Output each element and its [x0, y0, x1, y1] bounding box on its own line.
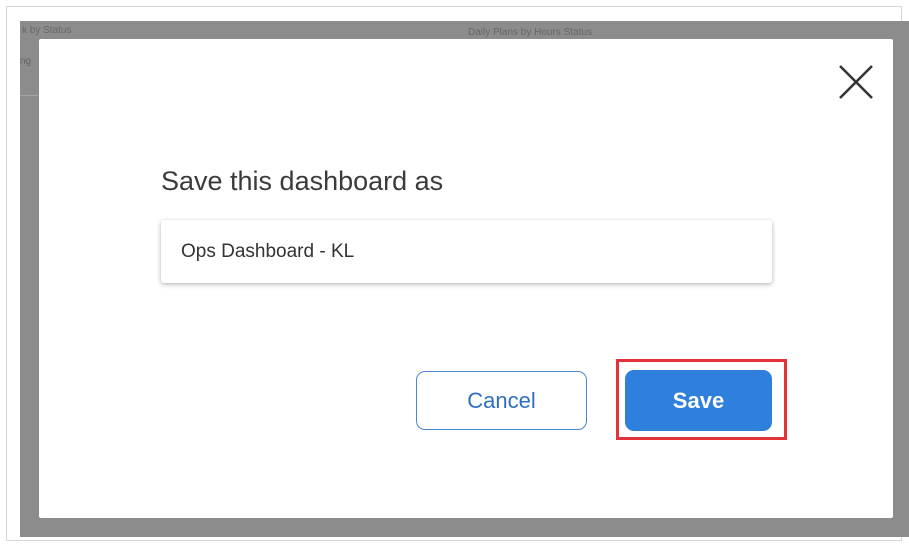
close-button[interactable]: [833, 59, 879, 105]
dashboard-name-input[interactable]: [161, 220, 772, 283]
background-panel-title: k by Status: [22, 25, 72, 36]
dialog-title: Save this dashboard as: [161, 166, 444, 196]
close-icon: [839, 65, 873, 99]
background-panel-title: Daily Plans by Hours Status: [468, 27, 592, 38]
save-button[interactable]: Save: [625, 370, 772, 431]
save-dashboard-dialog: Save this dashboard as Cancel Save: [39, 39, 893, 518]
cancel-button[interactable]: Cancel: [416, 371, 587, 430]
background-divider: [20, 95, 38, 96]
background-panel-fragment: ng: [20, 56, 32, 67]
